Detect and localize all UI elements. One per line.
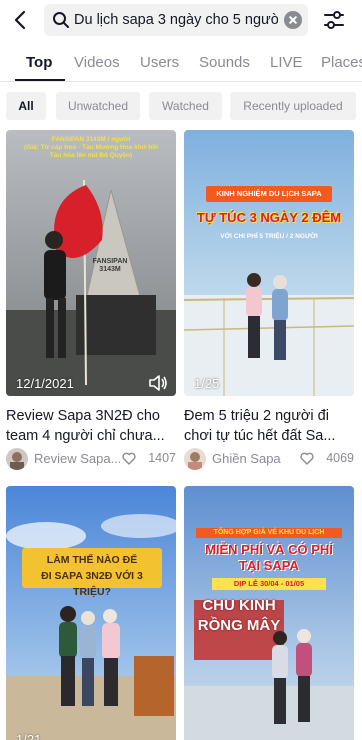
author-avatar[interactable] bbox=[184, 448, 206, 470]
filter-sliders-icon[interactable] bbox=[322, 8, 346, 32]
tab-places[interactable]: Places bbox=[321, 54, 362, 71]
video-thumbnail[interactable]: FANSIPAN 3143M / người (Giá: Từ cáp treo… bbox=[6, 130, 176, 396]
video-thumbnail[interactable]: KINH NGHIỆM DU LỊCH SAPA TỰ TÚC 3 NGÀY 2… bbox=[184, 130, 354, 396]
tab-videos[interactable]: Videos bbox=[74, 54, 120, 71]
search-icon bbox=[53, 12, 69, 28]
back-chevron-icon[interactable] bbox=[9, 8, 33, 32]
heart-icon bbox=[122, 452, 136, 465]
video-card[interactable]: KINH NGHIỆM DU LỊCH SAPA TỰ TÚC 3 NGÀY 2… bbox=[184, 130, 354, 470]
video-meta: Review Sapa... 1407 bbox=[6, 448, 176, 470]
thumbnail-title: FANSIPAN 3143M / người (Giá: Từ cáp treo… bbox=[24, 136, 158, 159]
tab-live[interactable]: LIVE bbox=[270, 54, 303, 71]
video-caption[interactable]: Review Sapa 3N2Đ cho team 4 người chỉ ch… bbox=[6, 406, 176, 446]
summit-sign: FANSIPAN 3143M bbox=[92, 258, 128, 273]
search-bar[interactable]: Du lịch sapa 3 ngày cho 5 người bbox=[44, 4, 308, 36]
photo-count: 1/25 bbox=[194, 376, 220, 391]
thumbnail-headline: TỰ TÚC 3 NGÀY 2 ĐÊM bbox=[196, 210, 342, 225]
video-card[interactable]: TỔNG HỢP GIÁ VÉ KHU DU LỊCH MIỄN PHÍ VÀ … bbox=[184, 486, 354, 740]
post-date: 12/1/2021 bbox=[16, 376, 74, 391]
like-count: 1407 bbox=[148, 451, 176, 465]
like-count: 4069 bbox=[326, 451, 354, 465]
active-tab-indicator bbox=[15, 79, 65, 81]
search-tabs: Top Videos Users Sounds LIVE Places bbox=[0, 44, 362, 82]
filter-chips: All Unwatched Watched Recently uploaded bbox=[0, 92, 362, 120]
thumbnail-date-banner: DỊP LỄ 30/04 - 01/05 bbox=[212, 578, 326, 590]
thumbnail-title: LÀM THẾ NÀO ĐỂ ĐI SAPA 3N2Đ VỚI 3 TRIỆU? bbox=[41, 554, 143, 598]
video-thumbnail[interactable]: LÀM THẾ NÀO ĐỂ ĐI SAPA 3N2Đ VỚI 3 TRIỆU?… bbox=[6, 486, 176, 740]
video-caption[interactable]: Đem 5 triệu 2 người đi chơi tự túc hết đ… bbox=[184, 406, 354, 446]
tab-top[interactable]: Top bbox=[26, 54, 52, 71]
video-card[interactable]: LÀM THẾ NÀO ĐỂ ĐI SAPA 3N2Đ VỚI 3 TRIỆU?… bbox=[6, 486, 176, 740]
top-bar: Du lịch sapa 3 ngày cho 5 người bbox=[0, 0, 362, 44]
video-card[interactable]: FANSIPAN 3143M / người (Giá: Từ cáp treo… bbox=[6, 130, 176, 470]
chip-unwatched[interactable]: Unwatched bbox=[56, 92, 140, 120]
thumbnail-headline: MIỄN PHÍ VÀ CÓ PHÍ TẠI SAPA bbox=[205, 542, 333, 573]
chip-all[interactable]: All bbox=[6, 92, 46, 120]
author-name[interactable]: Review Sapa... bbox=[34, 451, 120, 466]
heart-icon bbox=[300, 452, 314, 465]
author-name[interactable]: Ghiền Sapa bbox=[212, 451, 298, 466]
tab-sounds[interactable]: Sounds bbox=[199, 54, 250, 71]
clear-search-icon[interactable] bbox=[284, 11, 302, 29]
photo-count: 1/21 bbox=[16, 732, 42, 740]
video-thumbnail[interactable]: TỔNG HỢP GIÁ VÉ KHU DU LỊCH MIỄN PHÍ VÀ … bbox=[184, 486, 354, 740]
mute-speaker-icon[interactable] bbox=[148, 374, 168, 392]
thumbnail-banner-title: TỔNG HỢP GIÁ VÉ KHU DU LỊCH bbox=[196, 528, 342, 538]
search-input[interactable]: Du lịch sapa 3 ngày cho 5 người bbox=[74, 12, 278, 28]
author-avatar[interactable] bbox=[6, 448, 28, 470]
chip-watched[interactable]: Watched bbox=[149, 92, 222, 120]
video-meta: Ghiền Sapa 4069 bbox=[184, 448, 354, 470]
tab-users[interactable]: Users bbox=[140, 54, 179, 71]
thumbnail-sign: CHU KINH RỒNG MÂY bbox=[197, 597, 281, 634]
chip-recently-uploaded[interactable]: Recently uploaded bbox=[230, 92, 356, 120]
thumbnail-title: KINH NGHIỆM DU LỊCH SAPA bbox=[216, 189, 322, 198]
thumbnail-subtitle: VỚI CHI PHÍ 5 TRIỆU / 2 NGƯỜI bbox=[220, 233, 318, 240]
